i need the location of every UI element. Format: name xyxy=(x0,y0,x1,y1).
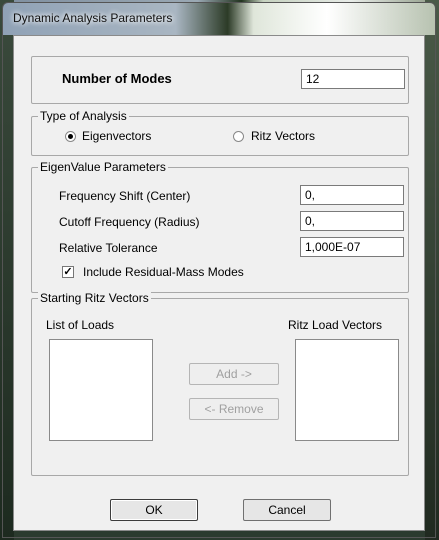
relative-tolerance-input[interactable]: 1,000E-07 xyxy=(300,237,404,257)
cancel-button[interactable]: Cancel xyxy=(243,499,331,521)
number-of-modes-group: Number of Modes 12 xyxy=(31,56,409,104)
number-of-modes-label: Number of Modes xyxy=(62,71,172,86)
list-of-loads-listbox[interactable] xyxy=(49,339,153,441)
ritz-load-vectors-listbox[interactable] xyxy=(295,339,399,441)
cutoff-frequency-input[interactable]: 0, xyxy=(300,211,404,231)
number-of-modes-input[interactable]: 12 xyxy=(301,69,405,89)
starting-ritz-vectors-group: Starting Ritz Vectors List of Loads Ritz… xyxy=(31,291,409,476)
residual-mass-label[interactable]: Include Residual-Mass Modes xyxy=(83,265,244,279)
type-of-analysis-group: Type of Analysis Eigenvectors Ritz Vecto… xyxy=(31,109,409,156)
starting-ritz-vectors-legend: Starting Ritz Vectors xyxy=(38,291,151,305)
ok-button[interactable]: OK xyxy=(110,499,198,521)
list-of-loads-label: List of Loads xyxy=(46,318,115,332)
dialog-client-area: Number of Modes 12 Type of Analysis Eige… xyxy=(13,35,425,531)
remove-button[interactable]: <- Remove xyxy=(189,398,279,420)
window-title: Dynamic Analysis Parameters xyxy=(13,11,173,25)
frequency-shift-input[interactable]: 0, xyxy=(300,185,404,205)
eigenvalue-parameters-group: EigenValue Parameters Frequency Shift (C… xyxy=(31,160,409,293)
cutoff-frequency-label: Cutoff Frequency (Radius) xyxy=(59,215,200,229)
frequency-shift-label: Frequency Shift (Center) xyxy=(59,189,191,203)
type-of-analysis-legend: Type of Analysis xyxy=(38,109,129,123)
eigenvectors-label[interactable]: Eigenvectors xyxy=(82,129,151,143)
add-button[interactable]: Add -> xyxy=(189,363,279,385)
relative-tolerance-label: Relative Tolerance xyxy=(59,241,158,255)
ritz-vectors-radio[interactable] xyxy=(233,131,244,142)
residual-mass-checkbox[interactable]: ✓ xyxy=(62,266,74,278)
ritz-load-vectors-label: Ritz Load Vectors xyxy=(288,318,383,332)
eigenvectors-radio[interactable] xyxy=(65,131,76,142)
title-bar[interactable]: Dynamic Analysis Parameters xyxy=(3,3,435,35)
dialog-window: Dynamic Analysis Parameters Number of Mo… xyxy=(2,2,436,538)
ritz-vectors-label[interactable]: Ritz Vectors xyxy=(251,129,315,143)
eigenvalue-parameters-legend: EigenValue Parameters xyxy=(38,160,168,174)
